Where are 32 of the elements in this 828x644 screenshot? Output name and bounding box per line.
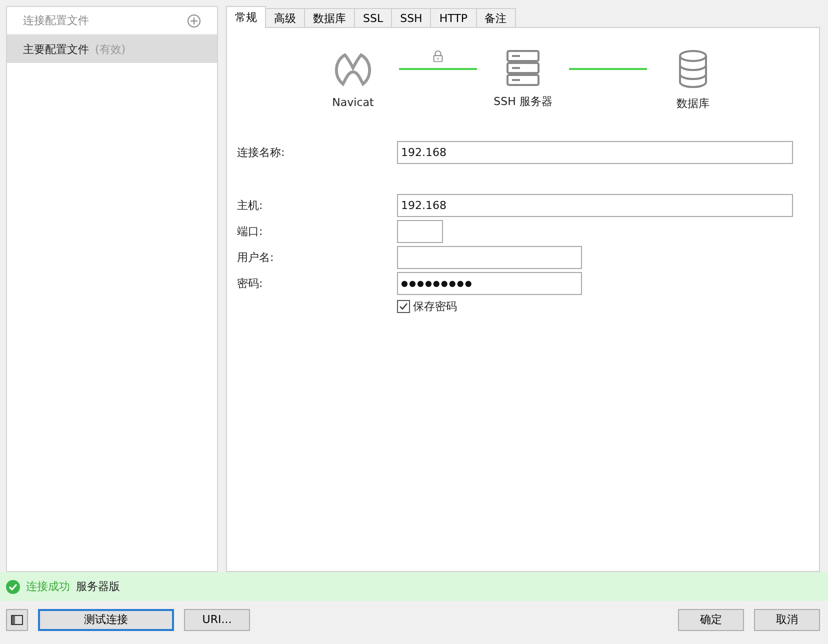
node-label: 数据库 [676,96,710,111]
status-message: 连接成功 [26,579,70,594]
field-label: 连接名称: [237,145,286,160]
field-label: 端口: [237,224,264,239]
input-field[interactable]: 192.168 [397,194,793,217]
action-button[interactable]: URI... [184,608,250,630]
panel-icon [11,614,23,624]
action-button[interactable]: 确定 [678,608,744,630]
sidebar-title: 连接配置文件 [23,13,89,28]
sidebar-toggle-button[interactable] [6,608,28,630]
success-icon [6,580,20,594]
database-icon [678,50,708,88]
field-label: 主机: [237,198,264,213]
server-icon [506,50,540,86]
checkbox[interactable] [397,300,410,313]
checkbox-label: 保存密码 [413,299,457,314]
node-label: Navicat [332,96,374,109]
field-label: 用户名: [237,250,275,265]
node-label: SSH 服务器 [494,94,552,109]
tab[interactable]: 备注 [476,8,516,28]
input-field[interactable]: 192.168 [397,141,793,164]
tab[interactable]: 常规 [226,6,266,28]
action-button[interactable]: 测试连接 [38,608,174,630]
field-label: 密码: [237,276,264,291]
password-field[interactable]: ●●●●●●●●● [397,272,582,295]
action-button[interactable]: 取消 [754,608,820,630]
profile-item[interactable]: 主要配置文件 (有效) [7,35,217,63]
add-icon[interactable] [187,14,201,28]
navicat-logo-icon [333,50,373,88]
input-field[interactable] [397,220,443,243]
input-field[interactable] [397,246,582,269]
status-detail: 服务器版 [76,579,120,594]
